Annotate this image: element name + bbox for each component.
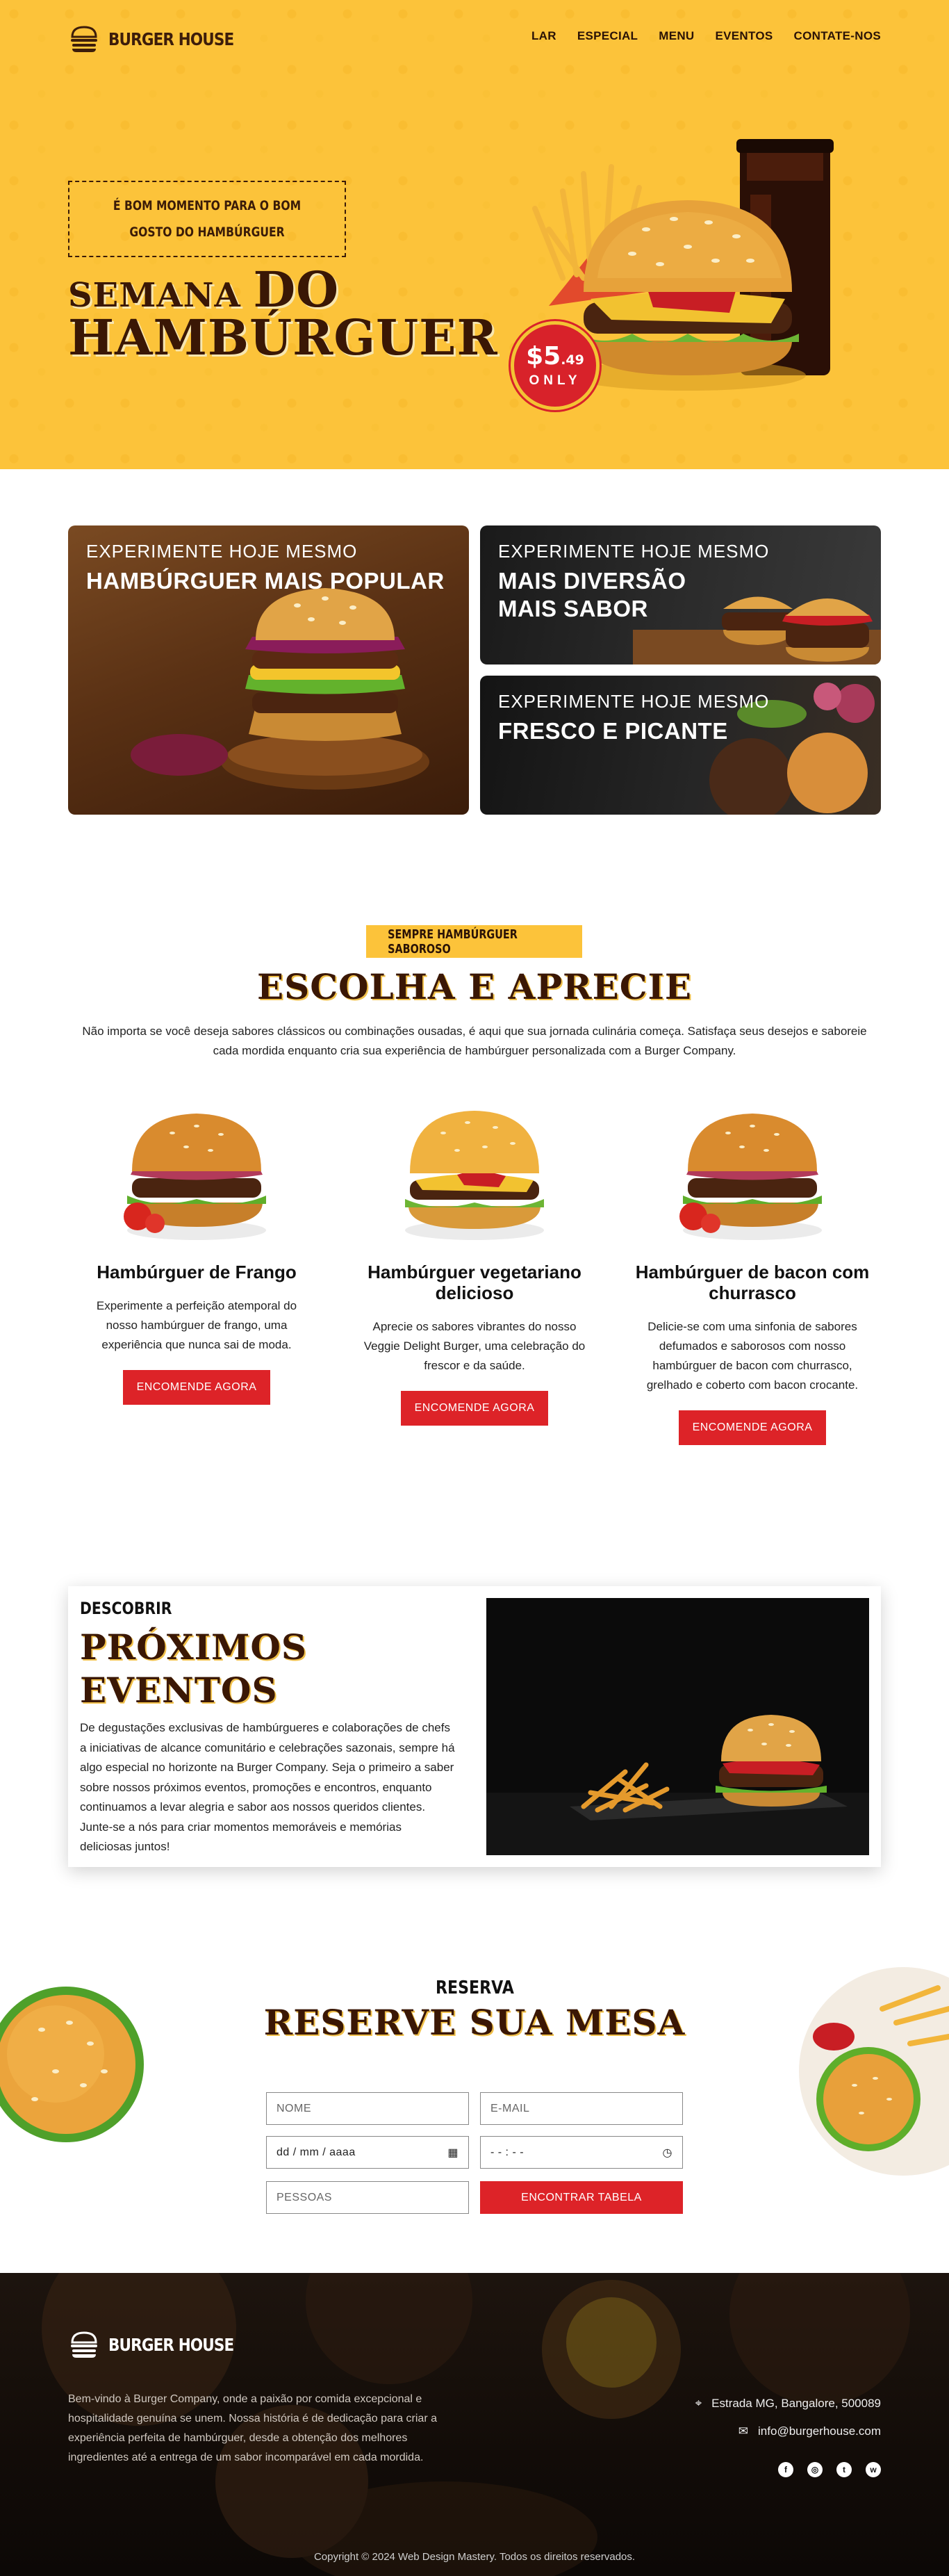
people-placeholder: PESSOAS [277,2191,332,2203]
reservation-title: RESERVE SUA MESA [263,2002,686,2043]
whatsapp-icon[interactable]: w [866,2462,881,2477]
time-field[interactable]: - - : - - ◷ [480,2136,683,2169]
product-description: Experimente a perfeição atemporal do nos… [96,1299,297,1351]
mail-icon: ✉ [738,2424,749,2438]
facebook-icon[interactable]: f [778,2462,793,2477]
promo-title: MAIS DIVERSÃO MAIS SABOR [498,568,686,621]
events-image [486,1598,869,1855]
email-placeholder: E-MAIL [490,2102,530,2114]
promo-title: FRESCO E PICANTE [498,718,728,744]
date-placeholder: dd / mm / aaaa [277,2146,356,2158]
events-title: PRÓXIMOS EVENTOS [80,1626,307,1712]
veggie-burger-image [405,1111,544,1240]
footer-address: ⌖ Estrada MG, Bangalore, 500089 [695,2390,881,2418]
promo-kicker: EXPERIMENTE HOJE MESMO [498,691,770,712]
date-field[interactable]: dd / mm / aaaa ▦ [266,2136,469,2169]
menu-badge-label: SEMPRE HAMBÚRGUER SABOROSO [388,927,518,956]
chicken-burger-image [124,1114,266,1240]
reservation-label: RESERVA [0,1978,949,1998]
brand-logo[interactable]: BURGER HOUSE [68,23,254,55]
clock-icon[interactable]: ◷ [663,2146,672,2160]
menu-badge: SEMPRE HAMBÚRGUER SABOROSO [366,925,582,958]
price-only: ONLY [529,373,581,388]
footer-brand-name: BURGER HOUSE [108,2334,234,2355]
promo-card-fresh[interactable]: EXPERIMENTE HOJE MESMO FRESCO E PICANTE [480,676,881,815]
page: BURGER HOUSE LAR ESPECIAL MENU EVENTOS C… [0,0,949,2576]
footer-contact: ⌖ Estrada MG, Bangalore, 500089 ✉ info@bur… [695,2390,881,2445]
form-row-2: dd / mm / aaaa ▦ - - : - - ◷ [266,2136,683,2169]
events-description: De degustações exclusivas de hambúrguere… [80,1721,455,1853]
social-links: f ◎ t w [778,2462,881,2477]
nav-links: LAR ESPECIAL MENU EVENTOS CONTATE-NOS [531,29,881,43]
events-burger-image [486,1715,869,1855]
promo-kicker: EXPERIMENTE HOJE MESMO [498,541,770,562]
footer: BURGER HOUSE Bem-vindo à Burger Company,… [0,2273,949,2576]
order-now-button[interactable]: ENCOMENDE AGORA [123,1370,270,1405]
price-cents: .49 [561,352,584,368]
calendar-icon[interactable]: ▦ [447,2146,459,2160]
burger-logo-icon [71,26,97,52]
name-field[interactable]: NOME [266,2092,469,2125]
hero-section: BURGER HOUSE LAR ESPECIAL MENU EVENTOS C… [0,0,949,469]
product-name: Hambúrguer de Frango [97,1262,297,1282]
hero-tagline-box: É BOM MOMENTO PARA O BOM GOSTO DO HAMBÚR… [68,181,346,257]
burger-logo-icon [71,2331,97,2358]
hero-title: SEMANA DO HAMBÚRGUER [68,266,498,366]
email-field[interactable]: E-MAIL [480,2092,683,2125]
instagram-icon[interactable]: ◎ [807,2462,823,2477]
form-row-1: NOME E-MAIL [266,2092,683,2125]
product-card-veggie: Hambúrguer vegetariano delicioso Aprecie… [351,1098,598,1426]
hero-tagline: É BOM MOMENTO PARA O BOM GOSTO DO HAMBÚR… [113,198,302,240]
product-description: Aprecie os sabores vibrantes do nosso Ve… [363,1320,586,1372]
footer-logo[interactable]: BURGER HOUSE [68,2329,254,2361]
price-main: $5 [526,341,561,370]
nav-link-menu[interactable]: MENU [659,29,694,43]
location-pin-icon: ⌖ [695,2397,702,2410]
events-title-line1: PRÓXIMOS [80,1627,308,1668]
brand-name: BURGER HOUSE [108,28,234,49]
time-placeholder: - - : - - [490,2146,525,2158]
promo-kicker: EXPERIMENTE HOJE MESMO [86,541,358,562]
promo-card-fun[interactable]: EXPERIMENTE HOJE MESMO MAIS DIVERSÃO MAI… [480,525,881,665]
menu-description: Não importa se você deseja sabores cláss… [82,1025,867,1057]
nav-link-special[interactable]: ESPECIAL [577,29,638,43]
promo-card-popular[interactable]: EXPERIMENTE HOJE MESMO HAMBÚRGUER MAIS P… [68,525,469,815]
events-label: DESCOBRIR [80,1599,172,1618]
events-section: DESCOBRIR PRÓXIMOS EVENTOS De degustaçõe… [68,1586,881,1867]
price-badge: $5.49 ONLY [511,321,600,410]
people-field[interactable]: PESSOAS [266,2181,469,2214]
hero-title-line1: SEMANA DO [68,266,498,315]
bacon-burger-image [679,1114,822,1240]
footer-email[interactable]: ✉ info@burgerhouse.com [695,2418,881,2445]
hero-title-main: HAMBÚRGUER [68,309,498,366]
product-card-bacon: Hambúrguer de bacon com churrasco Delici… [629,1098,876,1445]
footer-description: Bem-vindo à Burger Company, onde a paixã… [68,2393,437,2463]
form-row-3: PESSOAS ENCONTRAR TABELA [266,2181,683,2214]
name-placeholder: NOME [277,2102,311,2114]
nav-link-events[interactable]: EVENTOS [716,29,773,43]
nav-link-contact[interactable]: CONTATE-NOS [794,29,881,43]
product-name: Hambúrguer vegetariano delicioso [368,1262,581,1303]
events-title-line2: EVENTOS [80,1670,278,1711]
order-now-button[interactable]: ENCOMENDE AGORA [679,1410,826,1445]
twitter-icon[interactable]: t [836,2462,852,2477]
product-card-chicken: Hambúrguer de Frango Experimente a perfe… [73,1098,320,1405]
nav-link-home[interactable]: LAR [531,29,556,43]
menu-title: ESCOLHA E APRECIE [256,966,693,1007]
reservation-label-text: RESERVA [435,1978,514,1998]
navbar: BURGER HOUSE LAR ESPECIAL MENU EVENTOS C… [0,0,949,76]
promo-title: HAMBÚRGUER MAIS POPULAR [86,568,445,594]
price-value: $5.49 [526,343,584,373]
product-name: Hambúrguer de bacon com churrasco [635,1262,870,1303]
copyright: Copyright © 2024 Web Design Mastery. Tod… [313,2551,636,2563]
product-description: Delicie-se com uma sinfonia de sabores d… [646,1320,859,1392]
address-text: Estrada MG, Bangalore, 500089 [711,2397,881,2410]
order-now-button[interactable]: ENCOMENDE AGORA [401,1391,548,1426]
email-text[interactable]: info@burgerhouse.com [758,2418,881,2445]
find-table-button[interactable]: ENCONTRAR TABELA [480,2181,683,2214]
